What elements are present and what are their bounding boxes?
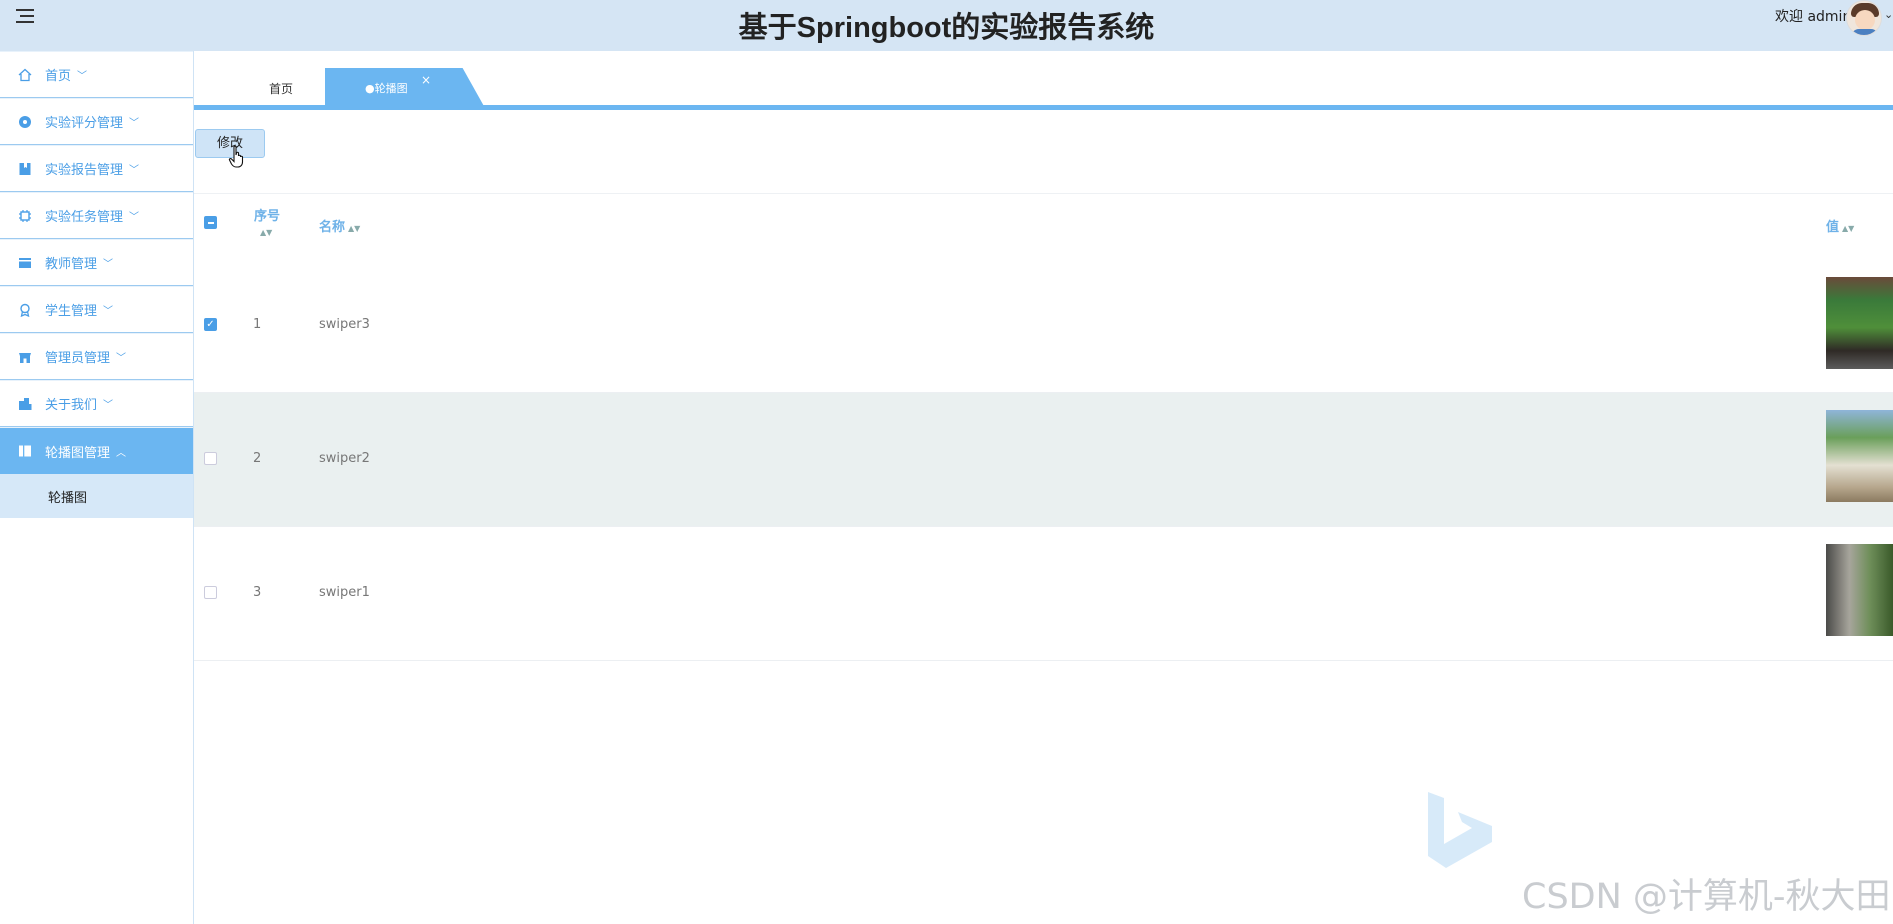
hand-cursor-icon (228, 145, 244, 168)
sidebar-item-label: 首页 (45, 69, 72, 84)
top-header: 基于Springboot的实验报告系统 欢迎 admin ⌄ (0, 0, 1893, 51)
row-image-thumbnail[interactable] (1826, 544, 1893, 636)
row-index: 1 (253, 317, 262, 332)
sidebar-item-label: 实验任务管理 (45, 210, 124, 225)
row-name: swiper3 (319, 317, 370, 332)
sidebar-item-label: 实验评分管理 (45, 116, 124, 131)
chevron-down-icon: ﹀ (129, 212, 140, 223)
row-checkbox[interactable] (204, 586, 217, 599)
sidebar-item-teacher[interactable]: 教师管理 ﹀ (0, 239, 193, 286)
welcome-text: 欢迎 admin (1775, 9, 1852, 25)
row-image-thumbnail[interactable] (1826, 410, 1893, 502)
card-icon (17, 255, 32, 270)
table-row[interactable]: 3 swiper1 (194, 527, 1893, 661)
sidebar-item-label: 教师管理 (45, 257, 98, 272)
sidebar: 首页 ﹀ 实验评分管理 ﹀ 实验报告管理 ﹀ 实验任务管理 ﹀ 教师管理 ﹀ 学生管理 ﹀ … (0, 51, 194, 924)
shop-icon (17, 349, 32, 364)
csdn-watermark: CSDN @计算机-秋大田 (1522, 877, 1891, 917)
column-header-name[interactable]: 名称 ▲▼ (319, 216, 360, 235)
tab-label: ●轮播图 (365, 82, 408, 95)
close-icon[interactable]: × (421, 73, 431, 87)
panel-icon (17, 444, 32, 459)
chevron-down-icon: ﹀ (129, 118, 140, 129)
sidebar-item-label: 关于我们 (45, 398, 98, 413)
sidebar-item-report[interactable]: 实验报告管理 ﹀ (0, 145, 193, 192)
sidebar-item-task[interactable]: 实验任务管理 ﹀ (0, 192, 193, 239)
sidebar-item-carousel[interactable]: 轮播图管理 ︿ (0, 427, 193, 474)
building-icon (17, 396, 32, 411)
tab-home[interactable]: 首页 (269, 80, 293, 97)
sidebar-item-about[interactable]: 关于我们 ﹀ (0, 380, 193, 427)
sidebar-item-label: 管理员管理 (45, 351, 111, 366)
sort-icon[interactable]: ▲▼ (1842, 224, 1854, 233)
sidebar-item-admin[interactable]: 管理员管理 ﹀ (0, 333, 193, 380)
chevron-down-icon: ﹀ (77, 71, 88, 82)
sidebar-subitem-carousel[interactable]: 轮播图 (0, 474, 193, 518)
row-checkbox[interactable]: ✓ (204, 318, 217, 331)
column-header-index[interactable]: 序号 ▲▼ (254, 205, 280, 239)
user-avatar[interactable] (1846, 0, 1882, 36)
chevron-down-icon: ﹀ (103, 400, 114, 411)
sidebar-item-student[interactable]: 学生管理 ﹀ (0, 286, 193, 333)
select-all-checkbox[interactable] (204, 216, 217, 229)
chevron-up-icon: ︿ (116, 447, 127, 459)
row-name: swiper1 (319, 585, 370, 600)
row-image-thumbnail[interactable] (1826, 277, 1893, 369)
chevron-down-icon: ﹀ (103, 259, 114, 270)
tab-bar: 首页 ●轮播图 × (194, 68, 1893, 108)
sidebar-item-label: 轮播图管理 (45, 445, 111, 461)
table-divider (194, 193, 1893, 194)
tab-carousel[interactable]: ●轮播图 × (325, 68, 485, 108)
home-icon (17, 67, 32, 82)
sort-icon[interactable]: ▲▼ (260, 228, 272, 237)
bookmark-icon (17, 161, 32, 176)
award-icon (17, 302, 32, 317)
tab-underline (194, 105, 1893, 110)
sidebar-item-score[interactable]: 实验评分管理 ﹀ (0, 98, 193, 145)
chip-icon (17, 208, 32, 223)
row-index: 2 (253, 451, 262, 466)
row-checkbox[interactable] (204, 452, 217, 465)
column-header-value[interactable]: 值 ▲▼ (1826, 216, 1854, 235)
row-name: swiper2 (319, 451, 370, 466)
table-row[interactable]: 2 swiper2 (194, 393, 1893, 527)
bing-logo-icon (1428, 792, 1492, 868)
user-menu-chevron-icon[interactable]: ⌄ (1884, 8, 1893, 21)
chevron-down-icon: ﹀ (129, 165, 140, 176)
sidebar-item-home[interactable]: 首页 ﹀ (0, 51, 193, 98)
row-index: 3 (253, 585, 262, 600)
table-row[interactable]: ✓ 1 swiper3 (194, 259, 1893, 393)
sidebar-item-label: 学生管理 (45, 304, 98, 319)
chevron-down-icon: ﹀ (103, 306, 114, 317)
app-title: 基于Springboot的实验报告系统 (738, 12, 1155, 44)
sidebar-item-label: 实验报告管理 (45, 163, 124, 178)
chevron-down-icon: ﹀ (116, 353, 127, 364)
circle-icon (17, 114, 32, 129)
sort-icon[interactable]: ▲▼ (348, 224, 360, 233)
